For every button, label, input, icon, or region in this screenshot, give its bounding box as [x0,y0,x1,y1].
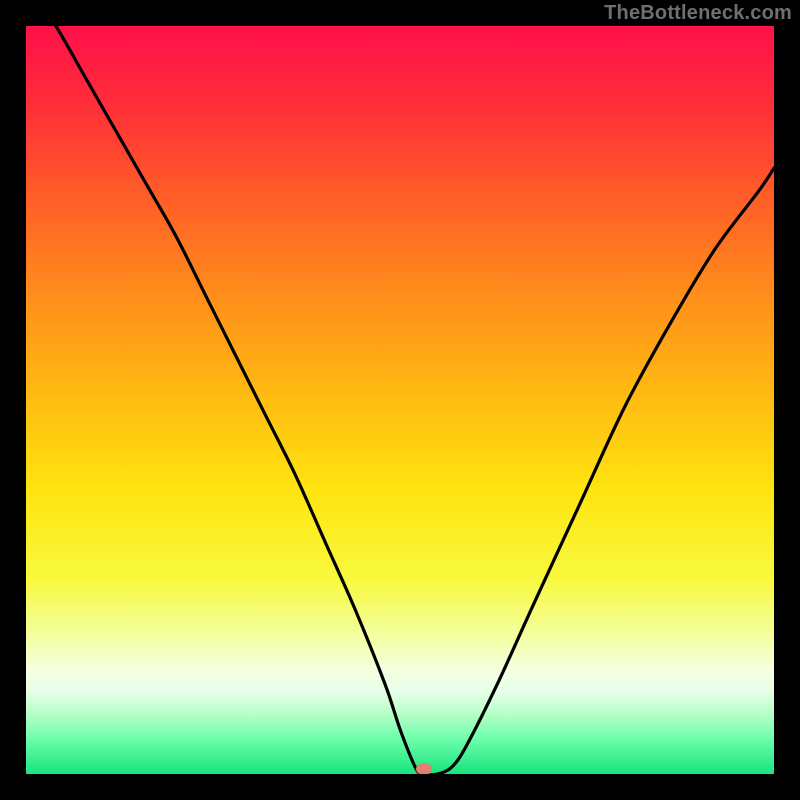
bottleneck-curve [26,26,774,774]
attribution-label: TheBottleneck.com [604,2,792,25]
plot-area [26,26,774,774]
chart-frame: TheBottleneck.com [0,0,800,800]
minimum-marker [416,763,432,774]
